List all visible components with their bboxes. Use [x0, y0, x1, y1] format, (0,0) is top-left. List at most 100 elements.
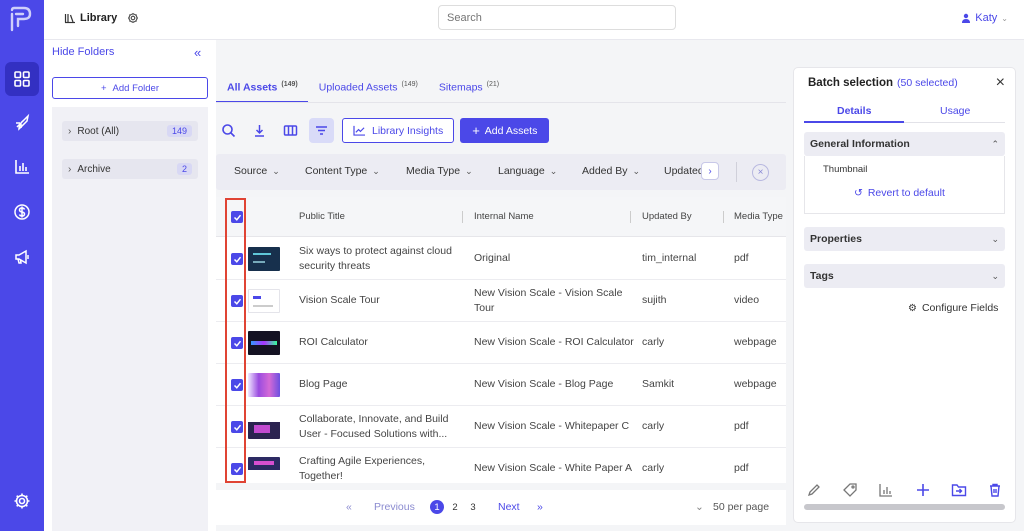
megaphone-icon[interactable] [5, 240, 39, 274]
filter-source[interactable]: Source ⌄ [234, 165, 280, 177]
table-row[interactable]: Crafting Agile Experiences, Together! Ne… [216, 448, 786, 483]
close-icon[interactable]: × [996, 74, 1005, 92]
user-menu[interactable]: Katy ⌄ [961, 12, 1008, 24]
chevron-right-icon[interactable]: › [68, 126, 71, 137]
filter-content-type[interactable]: Content Type ⌄ [305, 165, 380, 177]
asset-thumbnail [248, 457, 280, 481]
rocket-icon[interactable] [5, 105, 39, 139]
filter-icon[interactable] [309, 118, 334, 143]
asset-tabs: All Assets (149) Uploaded Assets (149) Sit… [216, 76, 509, 103]
per-page-select[interactable]: 50 per page [713, 501, 769, 513]
chevron-down-icon: ⌄ [991, 270, 999, 281]
hide-folders-link[interactable]: Hide Folders [52, 46, 114, 58]
folder-count: 149 [166, 125, 192, 137]
public-title: Collaborate, Innovate, and Build User - … [299, 413, 449, 440]
media-type: pdf [734, 462, 749, 474]
library-settings-icon[interactable] [127, 12, 139, 24]
chevron-down-icon: ⌄ [632, 165, 641, 176]
filter-media-type[interactable]: Media Type ⌄ [406, 165, 473, 177]
col-updated-by[interactable]: Updated By [642, 211, 692, 222]
public-title: ROI Calculator [299, 336, 368, 348]
folder-item-root[interactable]: › Root (All) 149 [62, 121, 198, 141]
internal-name: New Vision Scale - ROI Calculator [474, 336, 634, 348]
select-all-checkbox[interactable] [231, 211, 243, 223]
trash-icon[interactable] [987, 482, 1003, 498]
col-public-title[interactable]: Public Title [299, 211, 345, 222]
logo-icon[interactable] [8, 6, 32, 32]
row-checkbox[interactable] [231, 295, 243, 307]
chevron-right-icon[interactable]: › [68, 164, 71, 175]
row-checkbox[interactable] [231, 379, 243, 391]
chart-icon[interactable] [5, 150, 39, 184]
library-icon [64, 14, 75, 24]
add-assets-button[interactable]: + Add Assets [460, 118, 550, 143]
internal-name: New Vision Scale - White Paper A [474, 462, 632, 474]
table-row[interactable]: Vision Scale Tour New Vision Scale - Vis… [216, 280, 786, 322]
row-checkbox[interactable] [231, 421, 243, 433]
chevron-down-icon[interactable]: ⌄ [695, 501, 704, 513]
page-2[interactable]: 2 [448, 500, 462, 514]
grid-icon[interactable] [5, 62, 39, 96]
columns-icon[interactable] [278, 118, 303, 143]
asset-thumbnail [248, 331, 280, 355]
filter-added-by[interactable]: Added By ⌄ [582, 165, 640, 177]
tab-all-assets[interactable]: All Assets (149) [216, 76, 308, 103]
search-input[interactable] [438, 5, 676, 30]
updated-by: tim_internal [642, 252, 697, 264]
col-media-type[interactable]: Media Type [734, 211, 783, 222]
updated-by: sujith [642, 294, 667, 306]
column-separator [723, 211, 724, 223]
add-folder-button[interactable]: + Add Folder [52, 77, 208, 99]
tab-uploaded-assets[interactable]: Uploaded Assets (149) [308, 76, 428, 103]
page-3[interactable]: 3 [466, 500, 480, 514]
table-row[interactable]: Six ways to protect against cloud securi… [216, 238, 786, 280]
pencil-icon[interactable] [806, 482, 822, 498]
asset-toolbar: Library Insights + Add Assets [216, 118, 550, 143]
asset-thumbnail [248, 289, 280, 313]
bar-chart-icon[interactable] [878, 482, 894, 498]
filter-updated[interactable]: Updated [664, 165, 704, 177]
row-checkbox[interactable] [231, 337, 243, 349]
configure-fields-button[interactable]: ⚙ Configure Fields [908, 302, 998, 314]
media-type: webpage [734, 336, 777, 348]
main-content: All Assets (149) Uploaded Assets (149) Sit… [216, 40, 792, 531]
tags-accordion[interactable]: Tags ⌄ [804, 264, 1005, 288]
dollar-icon[interactable] [5, 195, 39, 229]
plus-icon[interactable] [915, 482, 931, 498]
row-checkbox[interactable] [231, 253, 243, 265]
tab-sitemaps[interactable]: Sitemaps (21) [428, 76, 509, 103]
filter-language[interactable]: Language ⌄ [498, 165, 557, 177]
chevron-down-icon: ⌄ [1001, 13, 1008, 23]
active-tab-indicator [804, 121, 904, 123]
media-type: webpage [734, 378, 777, 390]
settings-icon[interactable] [5, 484, 39, 518]
scroll-right-button[interactable]: › [701, 162, 719, 180]
general-information-accordion[interactable]: General Information ⌃ [804, 132, 1005, 156]
previous-page-button[interactable]: Previous [374, 501, 415, 513]
collapse-left-icon[interactable]: « [194, 45, 201, 60]
panel-scrollbar[interactable] [804, 504, 1005, 510]
table-row[interactable]: Blog Page New Vision Scale - Blog Page S… [216, 364, 786, 406]
properties-accordion[interactable]: Properties ⌄ [804, 227, 1005, 251]
search-icon[interactable] [216, 118, 241, 143]
tab-details[interactable]: Details [837, 105, 871, 117]
download-icon[interactable] [247, 118, 272, 143]
folder-move-icon[interactable] [951, 482, 967, 498]
tag-icon[interactable] [842, 482, 858, 498]
clear-filters-icon[interactable]: × [752, 164, 769, 181]
next-page-button[interactable]: Next [498, 501, 520, 513]
row-checkbox[interactable] [231, 463, 243, 475]
library-insights-button[interactable]: Library Insights [342, 118, 455, 143]
batch-title: Batch selection (50 selected) [808, 77, 958, 89]
table-row[interactable]: Collaborate, Innovate, and Build User - … [216, 406, 786, 448]
page-1[interactable]: 1 [430, 500, 444, 514]
revert-to-default-button[interactable]: ↺ Revert to default [854, 187, 945, 199]
first-page-icon[interactable]: « [346, 501, 352, 513]
col-internal-name[interactable]: Internal Name [474, 211, 534, 222]
last-page-icon[interactable]: » [537, 501, 543, 513]
chevron-down-icon: ⌄ [372, 165, 380, 176]
filter-bar: Source ⌄ Content Type ⌄ Media Type ⌄ Langua… [216, 154, 786, 190]
tab-usage[interactable]: Usage [940, 105, 970, 117]
folder-item-archive[interactable]: › Archive 2 [62, 159, 198, 179]
table-row[interactable]: ROI Calculator New Vision Scale - ROI Ca… [216, 322, 786, 364]
